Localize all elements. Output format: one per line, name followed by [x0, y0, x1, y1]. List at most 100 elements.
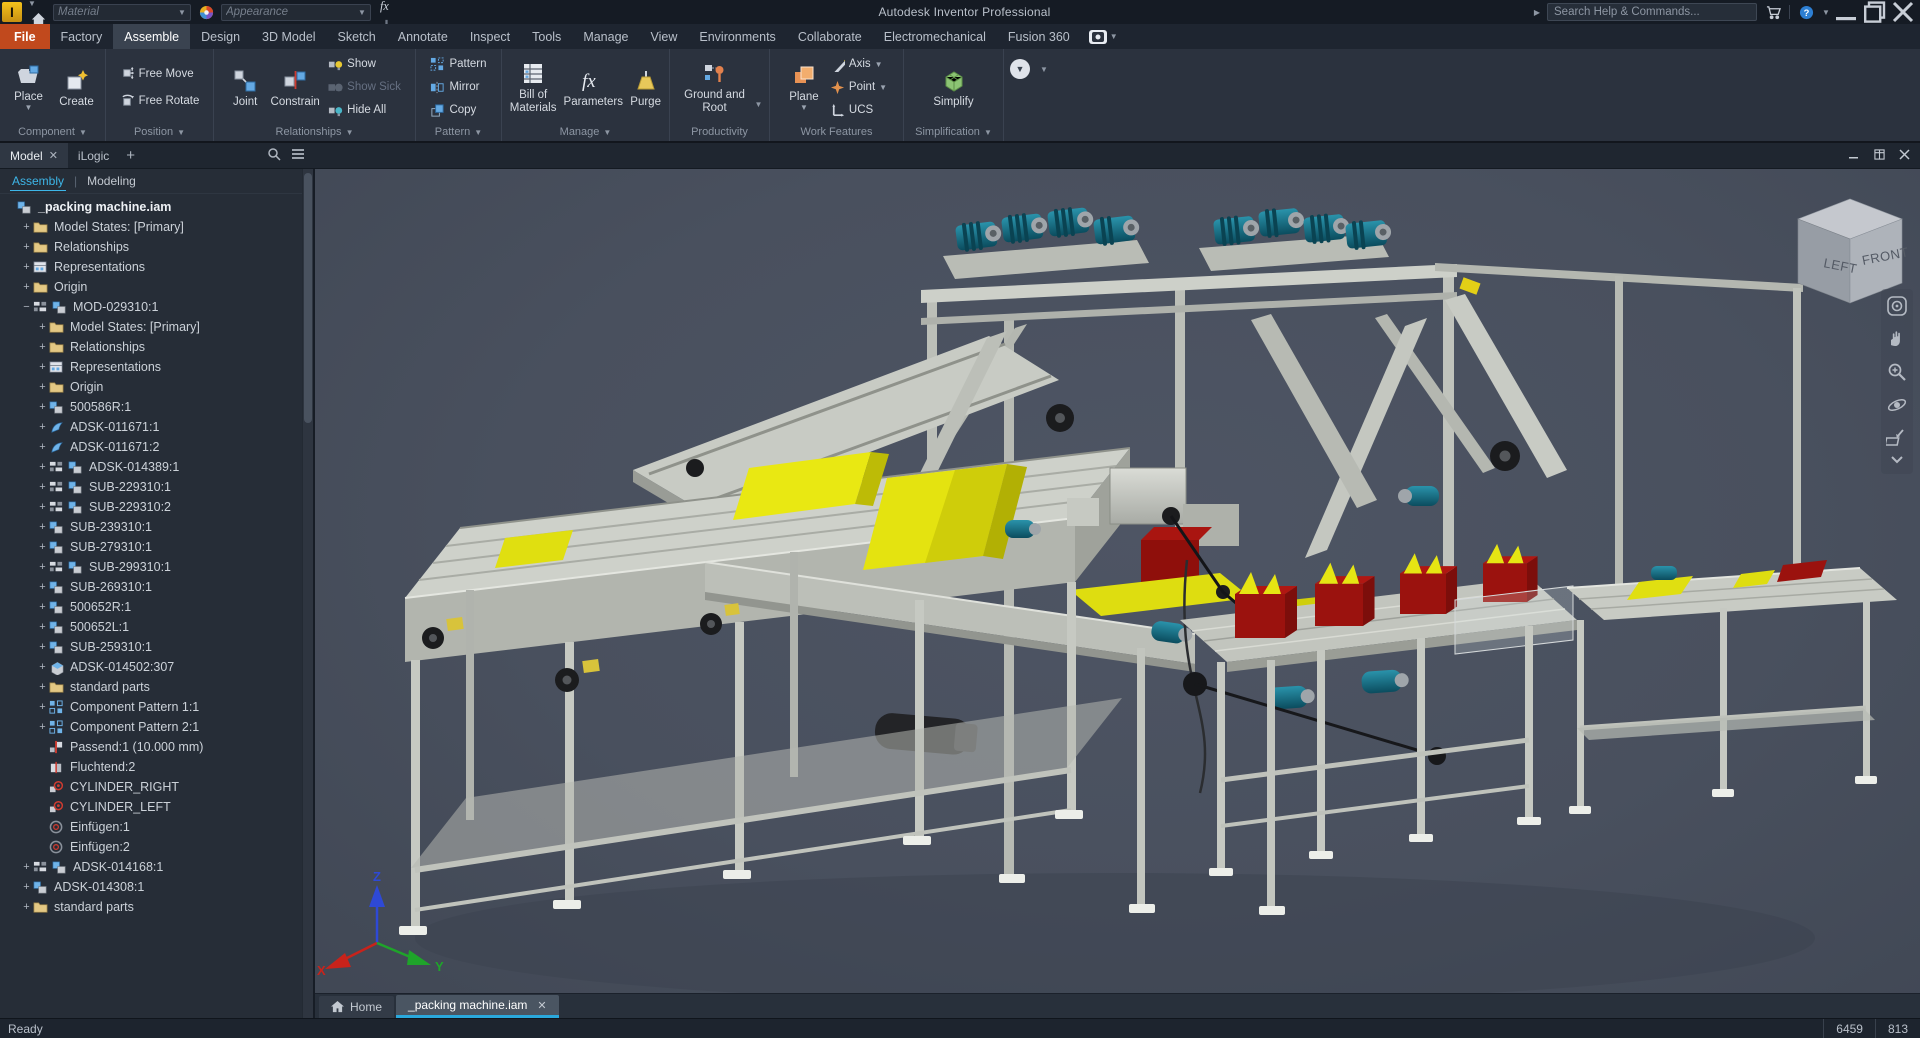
panel-label-component[interactable]: Component▼ [0, 123, 105, 141]
browser-tab-model[interactable]: Model ✕ [0, 143, 68, 168]
hide-all-button[interactable]: Hide All [325, 100, 404, 121]
ribbon-tab-design[interactable]: Design [190, 24, 251, 49]
tree-item[interactable]: +SUB-299310:1 [0, 557, 313, 577]
document-close-icon[interactable] [1899, 147, 1910, 165]
tree-item[interactable]: Fluchtend:2 [0, 757, 313, 777]
tree-expander-icon[interactable]: + [20, 901, 33, 913]
tree-expander-icon[interactable]: + [36, 621, 49, 633]
chevron-down-icon[interactable]: ▼ [1110, 32, 1118, 41]
axis-button[interactable]: Axis▼ [827, 54, 890, 75]
3d-model-packing-machine[interactable] [315, 169, 1920, 1018]
tree-item[interactable]: +SUB-229310:1 [0, 477, 313, 497]
look-at-icon[interactable] [1884, 425, 1910, 451]
tree-item[interactable]: +Relationships [0, 337, 313, 357]
mirror-button[interactable]: Mirror [427, 77, 489, 98]
browser-menu-icon[interactable] [291, 147, 305, 164]
document-restore-icon[interactable] [1874, 147, 1885, 165]
pan-icon[interactable] [1884, 326, 1910, 352]
ribbon-tab-file[interactable]: File [0, 24, 50, 49]
help-icon[interactable]: ? [1796, 2, 1816, 22]
tree-expander-icon[interactable]: + [20, 861, 33, 873]
chevron-down-icon[interactable]: ▼ [755, 100, 763, 109]
search-expand-arrow-icon[interactable]: ▶ [1533, 8, 1541, 17]
ribbon-tab-sketch[interactable]: Sketch [327, 24, 387, 49]
close-icon[interactable]: ✕ [49, 149, 58, 162]
tree-expander-icon[interactable]: + [20, 221, 33, 233]
inventor-logo-icon[interactable]: I [2, 2, 22, 22]
panel-label-productivity[interactable]: Productivity [670, 123, 769, 141]
tree-item[interactable]: +Representations [0, 257, 313, 277]
tree-item[interactable]: +Model States: [Primary] [0, 217, 313, 237]
tree-expander-icon[interactable]: + [36, 541, 49, 553]
color-wheel-icon[interactable] [196, 2, 216, 22]
tree-item[interactable]: CYLINDER_RIGHT [0, 777, 313, 797]
pattern-button[interactable]: Pattern [427, 54, 489, 75]
ribbon-tab-factory[interactable]: Factory [50, 24, 114, 49]
tree-expander-icon[interactable]: + [36, 521, 49, 533]
tree-expander-icon[interactable]: + [36, 501, 49, 513]
plane-button[interactable]: Plane ▼ [783, 61, 825, 113]
tree-expander-icon[interactable]: + [36, 461, 49, 473]
restore-button[interactable] [1864, 2, 1886, 22]
tree-item[interactable]: +standard parts [0, 677, 313, 697]
tree-expander-icon[interactable]: + [20, 881, 33, 893]
tree-item[interactable]: Einfügen:2 [0, 837, 313, 857]
ribbon-tab-electromechanical[interactable]: Electromechanical [873, 24, 997, 49]
tree-item[interactable]: +ADSK-014502:307 [0, 657, 313, 677]
tree-item[interactable]: CYLINDER_LEFT [0, 797, 313, 817]
tree-item[interactable]: +SUB-259310:1 [0, 637, 313, 657]
tree-item[interactable]: +Representations [0, 357, 313, 377]
tree-item[interactable]: Einfügen:1 [0, 817, 313, 837]
ribbon-tab-inspect[interactable]: Inspect [459, 24, 521, 49]
tree-item[interactable]: Passend:1 (10.000 mm) [0, 737, 313, 757]
tree-expander-icon[interactable]: + [36, 681, 49, 693]
tree-item[interactable]: +ADSK-011671:2 [0, 437, 313, 457]
browser-tab-ilogic[interactable]: iLogic [68, 143, 119, 168]
tree-expander-icon[interactable]: + [20, 261, 33, 273]
tree-item[interactable]: +SUB-269310:1 [0, 577, 313, 597]
screencast-icon[interactable] [1089, 30, 1107, 44]
tree-expander-icon[interactable]: + [36, 481, 49, 493]
free-move-button[interactable]: Free Move [117, 63, 203, 84]
document-tab-packing-machine[interactable]: _packing machine.iam ✕ [396, 995, 559, 1018]
material-combo[interactable]: Material ▼ [53, 4, 191, 21]
panel-label-pattern[interactable]: Pattern▼ [416, 123, 501, 141]
ribbon-tab-view[interactable]: View [640, 24, 689, 49]
ribbon-tab-3d-model[interactable]: 3D Model [251, 24, 327, 49]
search-icon[interactable] [267, 147, 281, 164]
tree-item[interactable]: _packing machine.iam [0, 197, 313, 217]
tree-expander-icon[interactable]: + [36, 341, 49, 353]
tree-expander-icon[interactable]: + [36, 421, 49, 433]
panel-label-position[interactable]: Position▼ [106, 123, 213, 141]
tree-item[interactable]: +500652L:1 [0, 617, 313, 637]
tree-expander-icon[interactable]: + [36, 321, 49, 333]
constrain-button[interactable]: Constrain [267, 66, 323, 109]
tree-expander-icon[interactable]: + [36, 561, 49, 573]
panel-label-work-features[interactable]: Work Features [770, 123, 903, 141]
browser-scrollbar[interactable] [302, 169, 313, 1018]
ribbon-tab-collaborate[interactable]: Collaborate [787, 24, 873, 49]
ribbon-tab-environments[interactable]: Environments [688, 24, 786, 49]
tree-expander-icon[interactable]: + [36, 721, 49, 733]
simplify-button[interactable]: Simplify [927, 66, 981, 109]
parameters-button[interactable]: fx Parameters [562, 66, 624, 109]
help-dropdown-icon[interactable]: ▼ [1822, 8, 1830, 17]
tree-item[interactable]: +500586R:1 [0, 397, 313, 417]
home-tab[interactable]: Home [319, 996, 394, 1018]
close-button[interactable] [1892, 2, 1914, 22]
tree-item[interactable]: +ADSK-014389:1 [0, 457, 313, 477]
tree-expander-icon[interactable]: + [36, 601, 49, 613]
purge-button[interactable]: Purge [626, 66, 665, 109]
panel-label-manage[interactable]: Manage▼ [502, 123, 669, 141]
tree-expander-icon[interactable]: + [20, 281, 33, 293]
tree-expander-icon[interactable]: + [20, 241, 33, 253]
tree-expander-icon[interactable]: + [36, 661, 49, 673]
tree-item[interactable]: +ADSK-011671:1 [0, 417, 313, 437]
chevron-down-icon[interactable]: ▼ [28, 0, 36, 8]
tree-item[interactable]: +Component Pattern 1:1 [0, 697, 313, 717]
create-button[interactable]: Create [54, 66, 100, 109]
tree-item[interactable]: +SUB-229310:2 [0, 497, 313, 517]
ucs-button[interactable]: UCS [827, 100, 890, 121]
ribbon-tab-manage[interactable]: Manage [572, 24, 639, 49]
ribbon-tab-fusion-360[interactable]: Fusion 360 [997, 24, 1081, 49]
